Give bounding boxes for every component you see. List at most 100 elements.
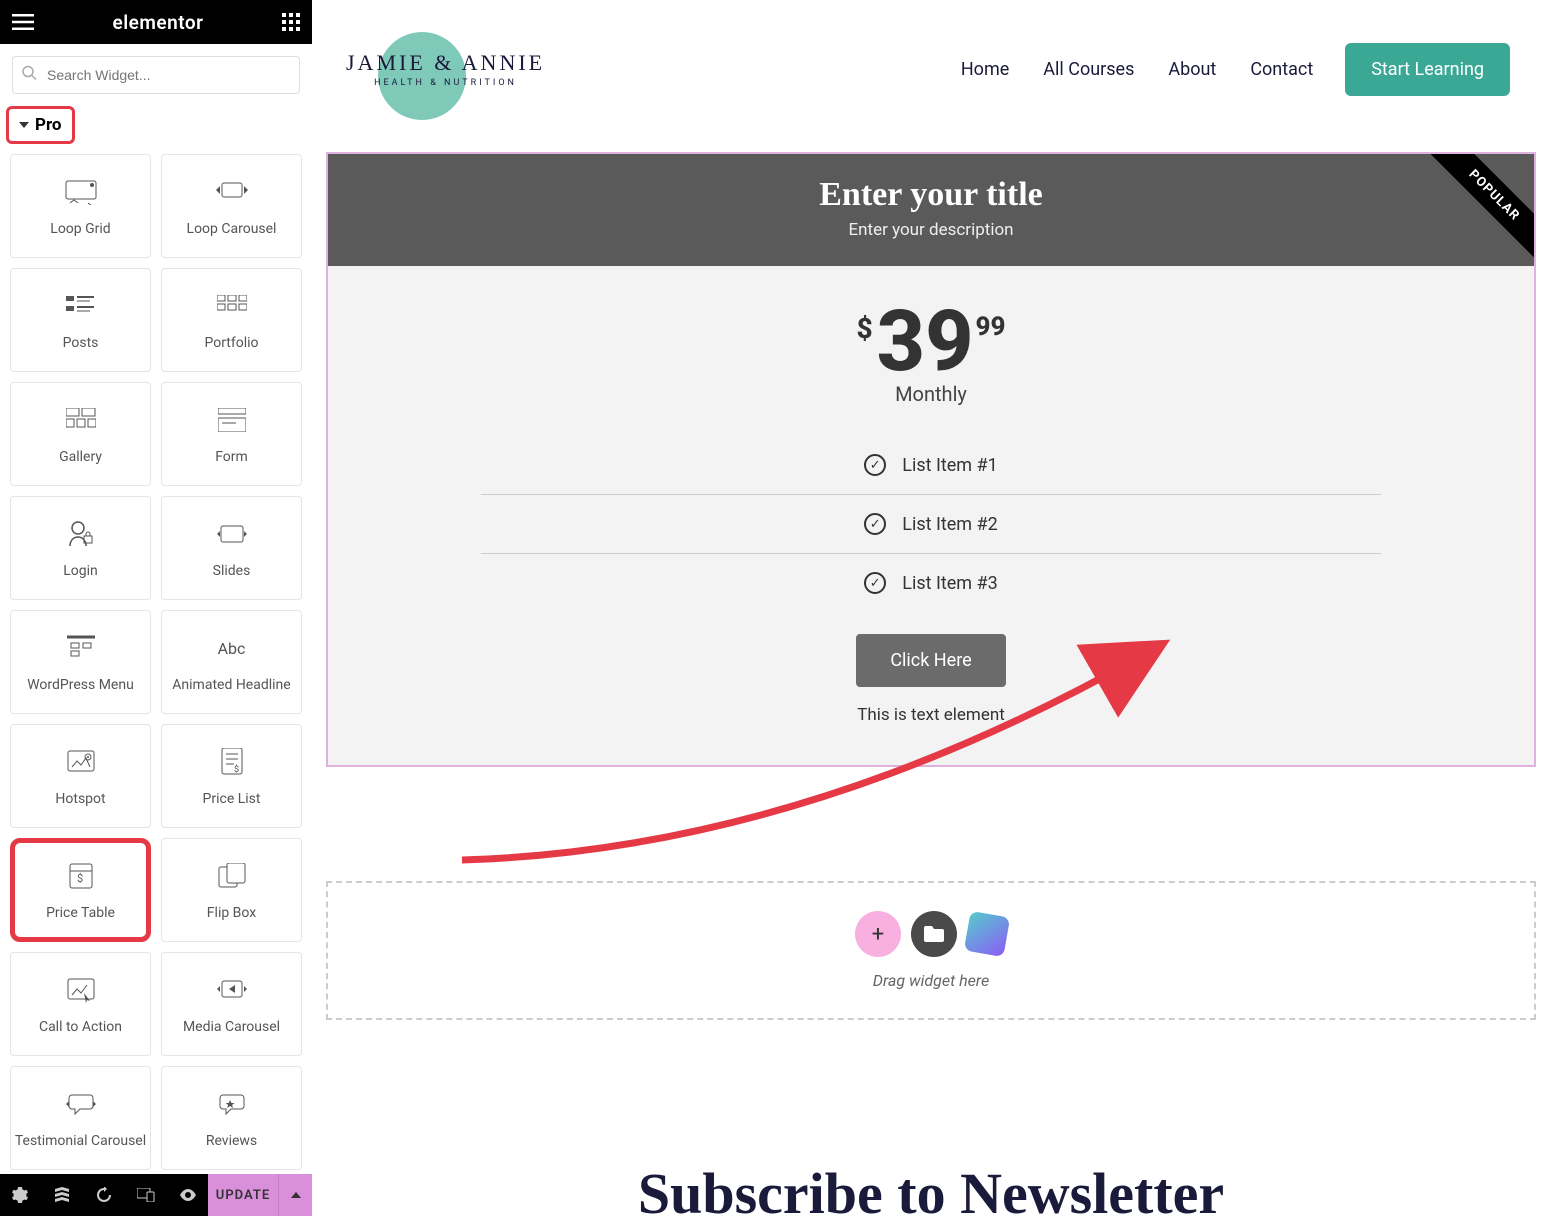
category-pro[interactable]: Pro [6, 106, 75, 144]
price-value: 39 [877, 300, 974, 384]
widget-label: Posts [63, 335, 99, 351]
price-note: This is text element [348, 705, 1514, 725]
navigator-icon[interactable] [42, 1174, 82, 1216]
site-header: JAMIE & ANNIE HEALTH & NUTRITION Home All… [312, 0, 1550, 138]
apps-icon[interactable] [282, 13, 300, 31]
widget-label: Login [63, 563, 98, 579]
widget-label: WordPress Menu [27, 677, 134, 693]
check-icon: ✓ [864, 454, 886, 476]
elementor-panel: elementor Pro Loop Grid Loop Carousel Post… [0, 0, 312, 1216]
gallery-icon [66, 403, 96, 437]
widget-gallery[interactable]: Gallery [10, 382, 151, 486]
drop-text: Drag widget here [356, 971, 1506, 990]
widget-label: Media Carousel [183, 1019, 280, 1035]
preview-icon[interactable] [168, 1174, 208, 1216]
widget-label: Loop Grid [50, 221, 110, 237]
elementor-logo: elementor [113, 11, 204, 34]
responsive-icon[interactable] [126, 1174, 166, 1216]
category-label: Pro [35, 115, 62, 135]
widget-testimonial-carousel[interactable]: Testimonial Carousel [10, 1066, 151, 1170]
feature-item: ✓ List Item #1 [481, 436, 1381, 495]
check-icon: ✓ [864, 572, 886, 594]
update-options[interactable] [278, 1174, 312, 1216]
feature-text: List Item #2 [902, 514, 998, 535]
reviews-icon [215, 1087, 249, 1121]
widget-price-list[interactable]: $Price List [161, 724, 302, 828]
login-icon [68, 517, 94, 551]
container-icon[interactable] [964, 911, 1010, 957]
widget-wordpress-menu[interactable]: WordPress Menu [10, 610, 151, 714]
check-icon: ✓ [864, 513, 886, 535]
feature-text: List Item #1 [902, 455, 998, 476]
settings-icon[interactable] [0, 1174, 40, 1216]
chevron-down-icon [19, 122, 29, 128]
widget-list[interactable]: Loop Grid Loop Carousel Posts Portfolio Gall… [0, 154, 312, 1174]
widget-label: Call to Action [39, 1019, 122, 1035]
widget-media-carousel[interactable]: Media Carousel [161, 952, 302, 1056]
panel-footer: UPDATE [0, 1174, 312, 1216]
loop-carousel-icon [214, 175, 250, 209]
widget-label: Loop Carousel [187, 221, 277, 237]
posts-icon [66, 289, 96, 323]
ribbon-text: POPULAR [1426, 154, 1534, 263]
feature-item: ✓ List Item #2 [481, 495, 1381, 554]
add-section-icon[interactable]: + [855, 911, 901, 957]
price-cents: 99 [976, 312, 1006, 342]
widget-call-to-action[interactable]: Call to Action [10, 952, 151, 1056]
price-title: Enter your title [338, 176, 1524, 214]
hotspot-icon [66, 745, 96, 779]
widget-reviews[interactable]: Reviews [161, 1066, 302, 1170]
nav-about[interactable]: About [1168, 59, 1216, 80]
start-learning-button[interactable]: Start Learning [1345, 43, 1510, 96]
flip-box-icon [217, 859, 247, 893]
nav-contact[interactable]: Contact [1250, 59, 1313, 80]
nav-all-courses[interactable]: All Courses [1043, 59, 1134, 80]
newsletter-section: Subscribe to Newsletter [312, 1160, 1550, 1216]
ribbon: POPULAR [1424, 154, 1534, 264]
widget-slides[interactable]: Slides [161, 496, 302, 600]
widget-label: Portfolio [204, 335, 258, 351]
animated-headline-icon: Abc [218, 631, 246, 665]
search-icon [22, 66, 37, 85]
widget-label: Hotspot [55, 791, 105, 807]
form-icon [218, 403, 246, 437]
logo-sub: HEALTH & NUTRITION [346, 78, 545, 88]
widget-price-table[interactable]: $Price Table [10, 838, 151, 942]
feature-item: ✓List Item #3 [481, 554, 1381, 612]
call-to-action-icon [66, 973, 96, 1007]
widget-login[interactable]: Login [10, 496, 151, 600]
editor-canvas[interactable]: JAMIE & ANNIE HEALTH & NUTRITION Home All… [312, 0, 1550, 1216]
widget-portfolio[interactable]: Portfolio [161, 268, 302, 372]
history-icon[interactable] [84, 1174, 124, 1216]
media-carousel-icon [215, 973, 249, 1007]
price-header: Enter your title Enter your description [328, 154, 1534, 266]
svg-text:$: $ [77, 872, 83, 885]
logo-main: JAMIE & ANNIE [346, 50, 545, 76]
price-period: Monthly [348, 382, 1514, 406]
drop-zone[interactable]: + Drag widget here [326, 881, 1536, 1020]
widget-loop-grid[interactable]: Loop Grid [10, 154, 151, 258]
price-table-widget[interactable]: POPULAR Enter your title Enter your desc… [326, 152, 1536, 767]
price-description: Enter your description [338, 220, 1524, 240]
nav-home[interactable]: Home [961, 59, 1009, 80]
widget-form[interactable]: Form [161, 382, 302, 486]
widget-flip-box[interactable]: Flip Box [161, 838, 302, 942]
widget-label: Form [215, 449, 248, 465]
price-amount: $ 39 99 [348, 300, 1514, 384]
loop-grid-icon [64, 175, 98, 209]
widget-posts[interactable]: Posts [10, 268, 151, 372]
currency: $ [856, 312, 872, 345]
update-button[interactable]: UPDATE [208, 1174, 278, 1216]
widget-label: Testimonial Carousel [15, 1133, 146, 1149]
slides-icon [215, 517, 249, 551]
portfolio-icon [217, 289, 247, 323]
widget-label: Flip Box [207, 905, 256, 921]
widget-animated-headline[interactable]: AbcAnimated Headline [161, 610, 302, 714]
widget-loop-carousel[interactable]: Loop Carousel [161, 154, 302, 258]
template-icon[interactable] [911, 911, 957, 957]
price-button[interactable]: Click Here [856, 634, 1005, 687]
site-logo[interactable]: JAMIE & ANNIE HEALTH & NUTRITION [336, 50, 545, 88]
search-input[interactable] [12, 56, 300, 94]
menu-icon[interactable] [12, 14, 34, 30]
widget-hotspot[interactable]: Hotspot [10, 724, 151, 828]
